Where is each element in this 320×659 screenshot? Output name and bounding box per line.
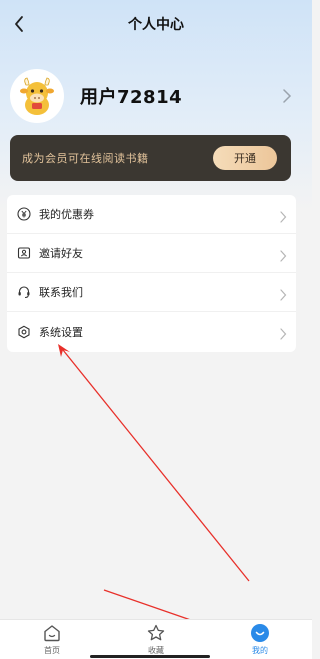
menu-item-invite[interactable]: 邀请好友 [7, 234, 296, 273]
cow-mascot-icon [20, 77, 54, 115]
menu-list: 我的优惠券 邀请好友 联系我们 系统设置 [7, 195, 296, 352]
back-arrow-icon[interactable] [10, 14, 30, 34]
menu-item-label: 邀请好友 [39, 247, 83, 260]
chevron-right-icon [279, 286, 287, 301]
bottom-tab-bar: 首页 收藏 我的 [0, 619, 312, 659]
home-icon [42, 623, 62, 643]
tab-label: 我的 [252, 646, 268, 655]
vip-banner: 成为会员可在线阅读书籍 开通 [10, 135, 291, 181]
headset-icon [17, 285, 31, 299]
menu-item-coupons[interactable]: 我的优惠券 [7, 195, 296, 234]
menu-item-label: 我的优惠券 [39, 208, 94, 221]
chevron-right-icon[interactable] [282, 88, 292, 103]
tab-mine[interactable]: 我的 [230, 623, 290, 656]
tab-home[interactable]: 首页 [22, 623, 82, 656]
annotation-arrow-settings [62, 349, 250, 582]
avatar[interactable] [10, 69, 64, 123]
username: 用户72814 [80, 87, 183, 108]
chevron-right-icon [279, 247, 287, 262]
invite-icon [17, 246, 31, 260]
star-icon [146, 623, 166, 643]
coupon-icon [17, 207, 31, 221]
profile-section[interactable]: 用户72814 [10, 68, 302, 124]
profile-icon [250, 623, 270, 643]
activate-vip-button[interactable]: 开通 [213, 146, 277, 170]
chevron-right-icon [279, 325, 287, 340]
tab-label: 首页 [44, 646, 60, 655]
menu-item-label: 系统设置 [39, 325, 83, 339]
settings-icon [17, 325, 31, 339]
menu-item-settings[interactable]: 系统设置 [7, 312, 296, 351]
home-indicator [90, 655, 210, 658]
menu-item-contact[interactable]: 联系我们 [7, 273, 296, 312]
menu-item-label: 联系我们 [39, 286, 83, 299]
chevron-right-icon [279, 208, 287, 223]
page-title: 个人中心 [128, 17, 184, 33]
vip-promo-text: 成为会员可在线阅读书籍 [22, 152, 149, 165]
nav-bar: 个人中心 [0, 0, 312, 48]
tab-favorites[interactable]: 收藏 [126, 623, 186, 656]
